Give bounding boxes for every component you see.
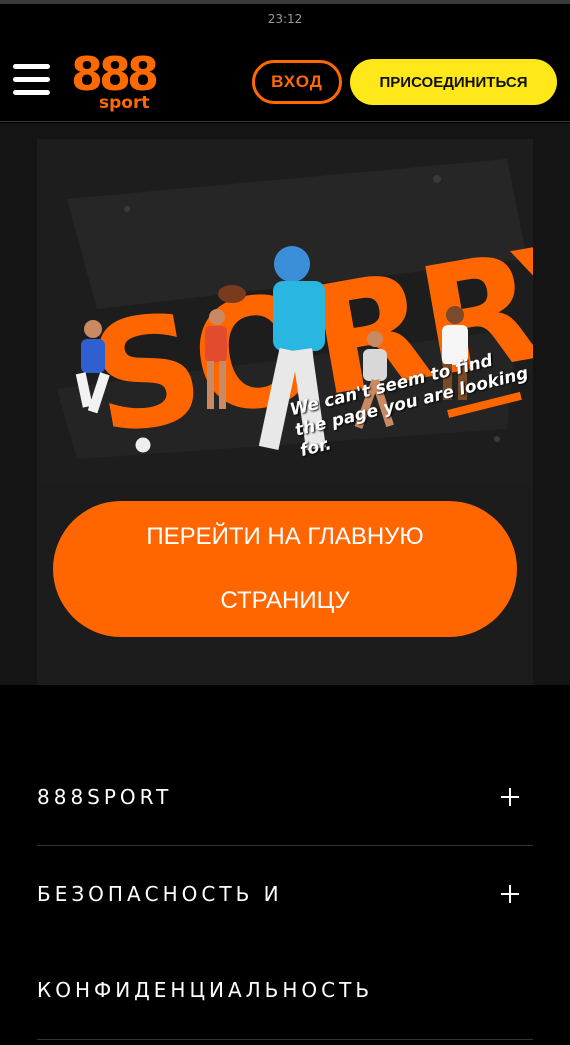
footer-item-label: 888SPORT [37, 785, 173, 809]
site-header: 888 sport ВХОД ПРИСОЕДИНИТЬСЯ [0, 34, 570, 122]
logo-number: 888 [71, 47, 159, 101]
status-bar: 23:12 [0, 0, 570, 34]
brand-logo[interactable]: 888 sport [71, 50, 159, 113]
footer-item-888sport[interactable]: 888SPORT [37, 749, 533, 846]
login-button[interactable]: ВХОД [252, 60, 342, 104]
plus-icon[interactable] [501, 788, 519, 806]
footer-item-label: БЕЗОПАСНОСТЬ И КОНФИДЕНЦИАЛЬНОСТЬ [37, 882, 374, 1002]
main-content: SORRY! [0, 123, 570, 685]
footer: 888SPORT БЕЗОПАСНОСТЬ И КОНФИДЕНЦИАЛЬНОС… [0, 685, 570, 1045]
banner-illustration: SORRY! [37, 139, 533, 484]
join-button[interactable]: ПРИСОЕДИНИТЬСЯ [350, 59, 557, 105]
sorry-banner: SORRY! [37, 139, 533, 484]
menu-icon[interactable] [13, 64, 50, 96]
go-home-button[interactable]: ПЕРЕЙТИ НА ГЛАВНУЮ СТРАНИЦУ [53, 501, 517, 637]
footer-item-security-privacy[interactable]: БЕЗОПАСНОСТЬ И КОНФИДЕНЦИАЛЬНОСТЬ [37, 846, 533, 1040]
logo-sport-text: sport [99, 93, 150, 113]
plus-icon[interactable] [501, 885, 519, 903]
error-card: SORRY! [37, 139, 533, 685]
status-time: 23:12 [267, 12, 303, 26]
